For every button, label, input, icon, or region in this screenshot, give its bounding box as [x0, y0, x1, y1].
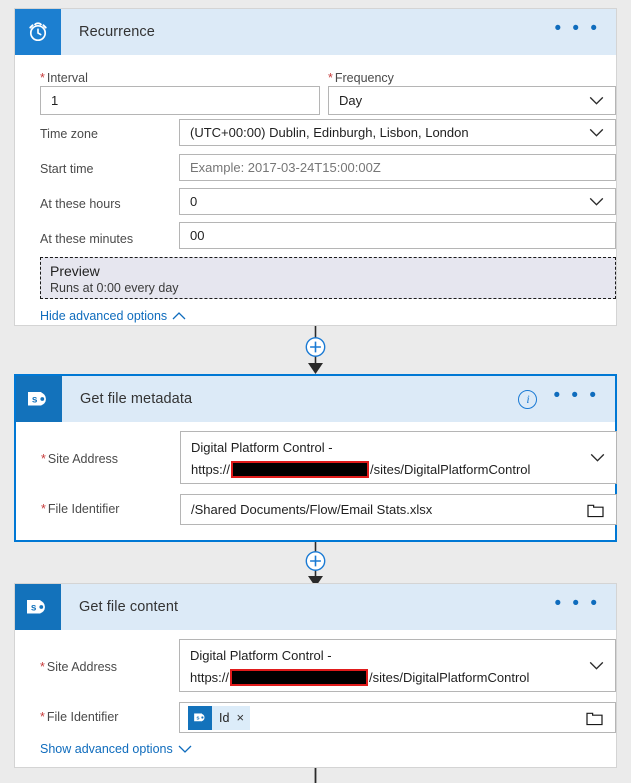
required-asterisk: *	[41, 452, 46, 466]
hide-advanced-options-link[interactable]: Hide advanced options	[40, 309, 186, 323]
interval-input[interactable]: 1	[40, 86, 320, 115]
required-asterisk: *	[41, 502, 46, 516]
site-address-line1: Digital Platform Control -	[191, 440, 333, 455]
chevron-down-icon	[178, 745, 192, 753]
preview-text: Runs at 0:00 every day	[50, 281, 179, 295]
at-these-hours-value: 0	[190, 194, 198, 209]
chevron-up-icon	[172, 312, 186, 320]
card-title: Get file metadata	[80, 391, 193, 407]
card-title: Recurrence	[79, 24, 155, 40]
svg-text:s: s	[196, 716, 199, 722]
at-these-minutes-label: At these minutes	[40, 232, 134, 246]
more-commands-icon[interactable]: • • •	[548, 19, 606, 44]
interval-value: 1	[51, 93, 59, 108]
add-step-button[interactable]	[305, 551, 326, 571]
remove-token-icon[interactable]: ×	[236, 710, 244, 725]
card-header-actions: • • •	[548, 584, 606, 630]
site-address-dropdown[interactable]: Digital Platform Control - https:// /site…	[179, 639, 616, 692]
file-identifier-value: /Shared Documents/Flow/Email Stats.xlsx	[191, 502, 433, 517]
redaction-box	[230, 669, 369, 686]
required-asterisk: *	[328, 71, 333, 85]
site-address-url-prefix: https://	[190, 670, 230, 685]
site-address-label: * Site Address	[40, 660, 118, 674]
sharepoint-icon: s	[188, 705, 212, 730]
recurrence-preview: Preview Runs at 0:00 every day	[40, 257, 616, 299]
required-asterisk: *	[40, 71, 45, 85]
flow-card-get-file-content[interactable]: s Get file content • • • * Site Address D…	[14, 583, 617, 768]
frequency-label: * Frequency	[328, 71, 394, 85]
sharepoint-icon: s	[15, 584, 61, 630]
connector-stub-bottom	[314, 768, 317, 783]
start-time-label: Start time	[40, 162, 94, 176]
timezone-dropdown[interactable]: (UTC+00:00) Dublin, Edinburgh, Lisbon, L…	[179, 119, 616, 146]
svg-text:s: s	[32, 395, 38, 406]
site-address-url-prefix: https://	[191, 462, 231, 477]
start-time-placeholder: Example: 2017-03-24T15:00:00Z	[190, 160, 381, 175]
card-header-get-file-content[interactable]: s Get file content • • •	[15, 584, 616, 630]
show-advanced-options-link[interactable]: Show advanced options	[40, 742, 192, 756]
card-header-actions: i • • •	[518, 376, 605, 422]
chevron-down-icon	[589, 128, 604, 137]
hide-advanced-options-label: Hide advanced options	[40, 309, 168, 323]
token-label: Id	[219, 710, 230, 725]
connector-recurrence-to-metadata	[305, 326, 326, 374]
chevron-down-icon	[589, 197, 604, 206]
folder-icon[interactable]	[587, 502, 604, 517]
file-identifier-input[interactable]: s Id ×	[179, 702, 616, 733]
file-identifier-input[interactable]: /Shared Documents/Flow/Email Stats.xlsx	[180, 494, 617, 525]
at-these-hours-label: At these hours	[40, 197, 121, 211]
dynamic-content-token[interactable]: s Id ×	[188, 705, 251, 730]
site-address-url-suffix: /sites/DigitalPlatformControl	[370, 462, 531, 477]
preview-title: Preview	[50, 263, 100, 279]
flow-designer-canvas: Recurrence • • • * Interval 1 * Frequency …	[0, 0, 631, 783]
flow-card-recurrence[interactable]: Recurrence • • • * Interval 1 * Frequency …	[14, 8, 617, 326]
start-time-input[interactable]: Example: 2017-03-24T15:00:00Z	[179, 154, 616, 181]
frequency-dropdown[interactable]: Day	[328, 86, 616, 115]
flow-card-get-file-metadata[interactable]: s Get file metadata i • • • * Site Addres…	[14, 374, 617, 542]
more-commands-icon[interactable]: • • •	[548, 594, 606, 619]
file-identifier-label: * File Identifier	[40, 710, 119, 724]
more-commands-icon[interactable]: • • •	[547, 386, 605, 411]
card-header-actions: • • •	[548, 9, 606, 55]
required-asterisk: *	[40, 710, 45, 724]
required-asterisk: *	[40, 660, 45, 674]
sharepoint-icon: s	[16, 376, 62, 422]
at-these-minutes-value: 00	[190, 228, 205, 243]
frequency-value: Day	[339, 93, 363, 108]
timezone-label: Time zone	[40, 127, 98, 141]
file-identifier-label: * File Identifier	[41, 502, 120, 516]
card-title: Get file content	[79, 599, 179, 615]
site-address-line1: Digital Platform Control -	[190, 648, 332, 663]
show-advanced-options-label: Show advanced options	[40, 742, 173, 756]
timezone-value: (UTC+00:00) Dublin, Edinburgh, Lisbon, L…	[190, 125, 469, 140]
site-address-url-suffix: /sites/DigitalPlatformControl	[369, 670, 530, 685]
card-header-get-file-metadata[interactable]: s Get file metadata i • • •	[16, 376, 615, 422]
add-step-button[interactable]	[305, 337, 326, 357]
site-address-line2: https:// /sites/DigitalPlatformControl	[190, 666, 605, 689]
interval-label: * Interval	[40, 71, 88, 85]
alarm-clock-icon	[15, 9, 61, 55]
info-icon[interactable]: i	[518, 389, 538, 409]
card-header-recurrence[interactable]: Recurrence • • •	[15, 9, 616, 55]
site-address-dropdown[interactable]: Digital Platform Control - https:// /site…	[180, 431, 617, 484]
chevron-down-icon	[589, 96, 604, 105]
site-address-line2: https:// /sites/DigitalPlatformControl	[191, 458, 606, 481]
svg-text:s: s	[31, 603, 37, 614]
folder-icon[interactable]	[586, 710, 603, 725]
at-these-minutes-input[interactable]: 00	[179, 222, 616, 249]
at-these-hours-dropdown[interactable]: 0	[179, 188, 616, 215]
site-address-label: * Site Address	[41, 452, 119, 466]
redaction-box	[231, 461, 370, 478]
